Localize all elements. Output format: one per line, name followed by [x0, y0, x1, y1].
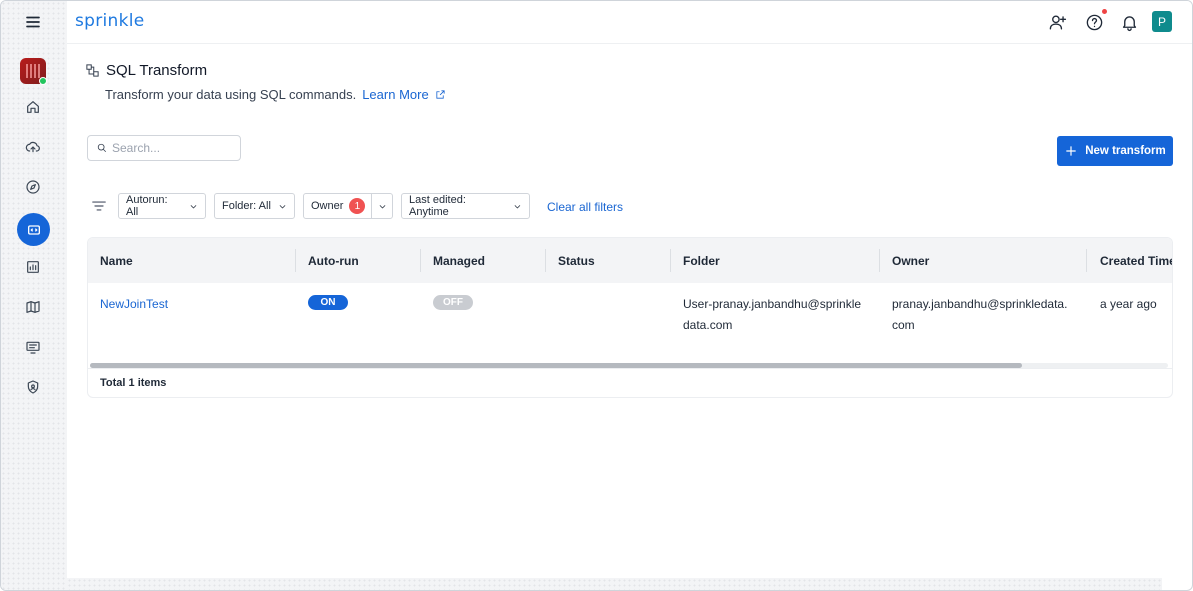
table-divider [88, 368, 1172, 369]
learn-more-label: Learn More [362, 87, 429, 102]
owner-cell-line2: com [892, 318, 915, 332]
transforms-table: Name Auto-run Managed Status Folder Owne… [87, 237, 1173, 398]
help-icon[interactable] [1083, 9, 1107, 33]
search-icon [97, 143, 107, 153]
cloud-upload-icon[interactable] [18, 132, 48, 162]
column-divider [879, 249, 880, 272]
notes-icon[interactable] [18, 332, 48, 362]
total-items: Total 1 items [100, 377, 167, 389]
page-subtitle: Transform your data using SQL commands. [105, 87, 357, 102]
clear-all-filters-link[interactable]: Clear all filters [547, 200, 623, 214]
shield-icon[interactable] [18, 372, 48, 402]
owner-filter-divider [371, 193, 373, 219]
column-header-owner[interactable]: Owner [892, 254, 929, 268]
chevron-down-icon [380, 204, 386, 209]
menu-icon[interactable] [18, 7, 48, 37]
external-link-icon [436, 90, 445, 99]
column-divider [420, 249, 421, 272]
search-input[interactable] [112, 141, 230, 155]
folder-cell-line2: data.com [683, 318, 733, 332]
column-divider [1086, 249, 1087, 272]
sql-transform-icon [86, 64, 99, 77]
chevron-down-icon [514, 204, 521, 208]
folder-cell: User-pranay.janbandhu@sprinkle data.com [683, 294, 861, 336]
column-divider [545, 249, 546, 272]
owner-filter-count: 1 [349, 198, 366, 214]
chevron-down-icon [190, 204, 197, 209]
owner-filter[interactable]: Owner 1 [303, 193, 393, 219]
page-bottom-edge [67, 578, 1162, 590]
transform-icon[interactable] [17, 213, 50, 246]
column-header-name[interactable]: Name [100, 254, 133, 268]
column-header-created[interactable]: Created Time [1100, 254, 1172, 268]
column-header-folder[interactable]: Folder [683, 254, 720, 268]
column-header-autorun[interactable]: Auto-run [308, 254, 359, 268]
created-cell: a year ago [1100, 297, 1157, 311]
user-avatar[interactable]: P [1152, 11, 1172, 32]
owner-filter-label: Owner [311, 200, 344, 212]
new-transform-label: New transform [1085, 145, 1166, 157]
brand-logo[interactable]: sprinkle [75, 11, 145, 31]
plus-icon [1066, 146, 1076, 156]
top-bar: sprinkle P [67, 1, 1192, 44]
page-subtitle-row: Transform your data using SQL commands. … [105, 87, 446, 102]
autorun-filter[interactable]: Autorun: All [118, 193, 206, 219]
learn-more-link[interactable]: Learn More [362, 87, 445, 102]
autorun-filter-label: Autorun: All [126, 194, 168, 218]
table-header: Name Auto-run Managed Status Folder Owne… [88, 238, 1172, 283]
notification-dot [1102, 9, 1107, 14]
bell-icon[interactable] [1118, 11, 1140, 33]
last-edited-filter[interactable]: Last edited: Anytime [401, 193, 530, 219]
managed-toggle[interactable]: OFF [433, 295, 473, 310]
column-header-managed[interactable]: Managed [433, 254, 485, 268]
sidebar [1, 1, 67, 590]
online-status-dot [39, 77, 47, 85]
last-edited-filter-label: Last edited: Anytime [409, 194, 466, 218]
add-user-icon[interactable] [1046, 11, 1068, 33]
page-title: SQL Transform [106, 62, 208, 79]
folder-cell-line1: User-pranay.janbandhu@sprinkle [683, 297, 862, 311]
owner-cell: pranay.janbandhu@sprinkledata. com [892, 294, 1067, 336]
chart-icon[interactable] [18, 252, 48, 282]
compass-icon[interactable] [18, 172, 48, 202]
app-window: sprinkle P SQL Transform Transform your … [0, 0, 1193, 591]
home-icon[interactable] [18, 92, 48, 122]
filter-icon[interactable] [92, 200, 108, 214]
new-transform-button[interactable]: New transform [1057, 136, 1173, 166]
map-icon[interactable] [18, 292, 48, 322]
column-divider [670, 249, 671, 272]
folder-filter[interactable]: Folder: All [214, 193, 295, 219]
owner-cell-line1: pranay.janbandhu@sprinkledata. [892, 297, 1068, 311]
column-header-status[interactable]: Status [558, 254, 595, 268]
column-divider [295, 249, 296, 272]
transform-name-link[interactable]: NewJoinTest [100, 294, 168, 315]
chevron-down-icon [279, 204, 286, 209]
search-box[interactable] [87, 135, 241, 161]
page-header: SQL Transform [85, 62, 207, 79]
autorun-toggle[interactable]: ON [308, 295, 348, 310]
folder-filter-label: Folder: All [222, 200, 271, 212]
